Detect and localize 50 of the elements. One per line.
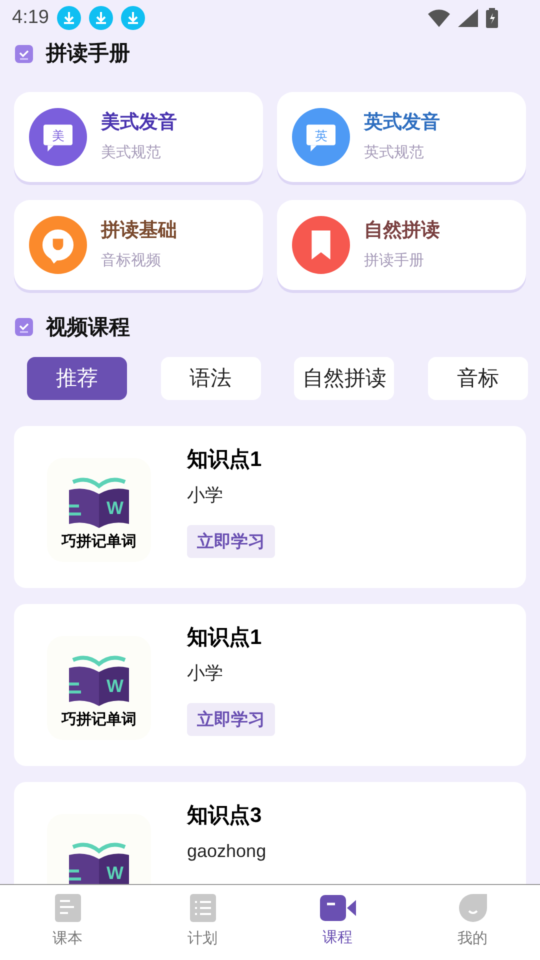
logo-caption: 巧拼记单词	[62, 534, 136, 548]
list-icon	[190, 894, 216, 922]
course-title: 知识点1	[187, 625, 263, 651]
course-level: 小学	[187, 662, 224, 684]
signal-icon	[458, 9, 478, 27]
card-title: 英式发音	[364, 110, 440, 135]
study-now-button[interactable]: 立即学习	[187, 702, 275, 736]
card-subtitle: 美式规范	[101, 142, 162, 162]
wifi-icon	[428, 9, 450, 27]
battery-icon	[486, 8, 498, 28]
video-camera-icon	[320, 895, 356, 922]
course-title: 知识点3	[187, 803, 263, 829]
study-now-button[interactable]: 立即学习	[187, 524, 275, 558]
course-card[interactable]: W 巧拼记单词 知识点1 小学 立即学习	[14, 604, 526, 766]
feature-card[interactable]: 英 英式发音 英式规范	[277, 92, 526, 182]
feature-card[interactable]: 自然拼读 拼读手册	[277, 200, 526, 290]
course-card[interactable]: W 知识点3 gaozhong	[14, 782, 526, 884]
course-level: gaozhong	[187, 840, 266, 863]
section-title: 拼读手册	[46, 41, 130, 67]
face-bubble-icon	[458, 894, 486, 922]
feature-card[interactable]: 美 美式发音 美式规范	[14, 92, 263, 182]
category-tab[interactable]: 音标	[428, 357, 528, 400]
download-icon	[88, 6, 113, 30]
status-time: 4:19	[12, 6, 49, 30]
download-icon	[56, 6, 81, 30]
feature-card[interactable]: 拼读基础 音标视频	[14, 200, 263, 290]
card-subtitle: 音标视频	[101, 250, 162, 270]
checklist-icon	[14, 317, 34, 338]
section-title: 视频课程	[46, 314, 130, 340]
logo-caption: 巧拼记单词	[62, 712, 136, 726]
course-level: 小学	[187, 484, 224, 506]
category-tab[interactable]: 推荐	[27, 357, 127, 400]
card-subtitle: 英式规范	[364, 142, 425, 162]
book-icon	[54, 894, 80, 922]
course-card[interactable]: W 巧拼记单词 知识点1 小学 立即学习	[14, 426, 526, 588]
course-title: 知识点1	[187, 447, 263, 473]
card-subtitle: 拼读手册	[364, 250, 425, 270]
nav-tab[interactable]: 计划	[135, 885, 270, 960]
card-title: 拼读基础	[101, 219, 177, 243]
speech-bubble-icon: 美	[29, 108, 87, 166]
card-title: 自然拼读	[364, 219, 440, 243]
nav-tab[interactable]: 我的	[405, 885, 540, 960]
speech-bubble-icon: 英	[292, 108, 350, 166]
download-icon	[120, 6, 145, 30]
category-tab[interactable]: 自然拼读	[294, 357, 394, 400]
checklist-icon	[14, 44, 34, 64]
nav-tab[interactable]: 课本	[0, 885, 135, 960]
nav-tab[interactable]: 课程	[270, 885, 405, 960]
category-tab[interactable]: 语法	[160, 357, 261, 400]
card-title: 美式发音	[101, 110, 177, 135]
